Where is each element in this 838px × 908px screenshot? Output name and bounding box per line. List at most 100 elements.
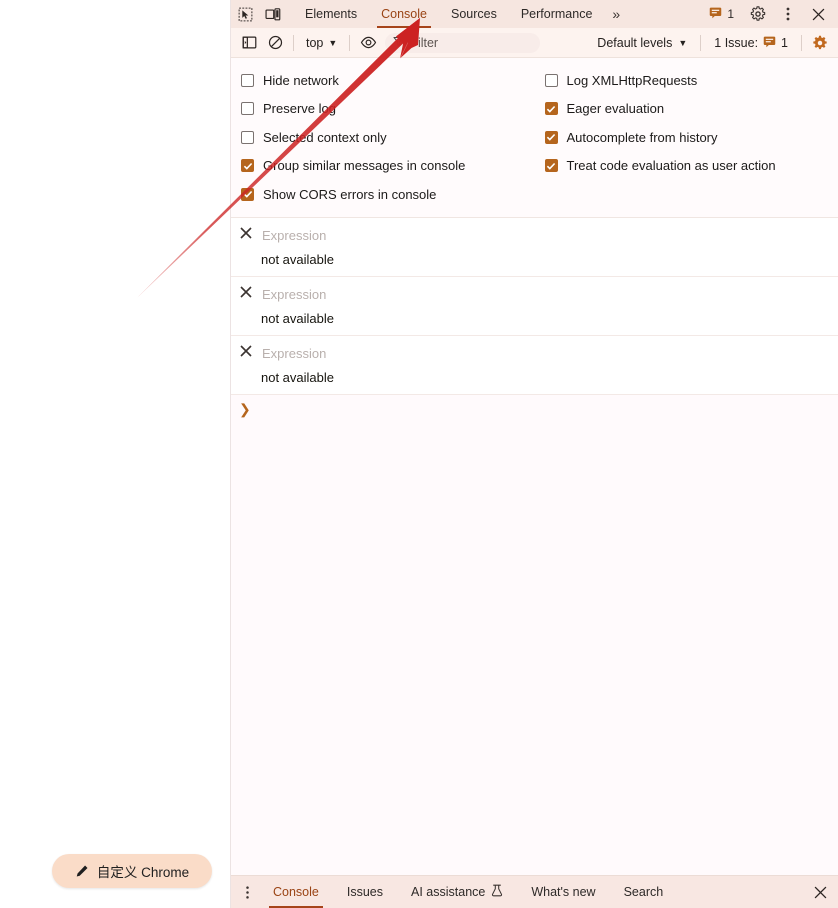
setting-hide-network[interactable]: Hide network [241, 66, 535, 95]
device-toolbar-icon[interactable] [259, 0, 287, 28]
checkbox-group-similar-messages[interactable] [241, 159, 254, 173]
toolbar-divider [801, 34, 802, 51]
setting-eager-evaluation[interactable]: Eager evaluation [544, 95, 838, 124]
tab-console-label: Console [381, 7, 427, 21]
console-filter-input[interactable] [410, 35, 533, 50]
setting-eager-evaluation-label: Eager evaluation [566, 101, 665, 117]
tab-sources[interactable]: Sources [439, 0, 509, 28]
drawer-tab-search[interactable]: Search [610, 876, 678, 908]
drawer-tab-issues-label: Issues [346, 885, 384, 899]
chevron-down-icon: ▼ [328, 37, 338, 48]
devtools-tabs: Elements Console Sources Performance » [293, 0, 628, 28]
setting-log-xmlhttprequests[interactable]: Log XMLHttpRequests [544, 66, 838, 95]
console-message-row[interactable]: Expression not available [231, 335, 838, 395]
checkbox-autocomplete-from-history[interactable] [544, 130, 558, 144]
drawer-kebab-menu-icon[interactable] [235, 876, 259, 908]
setting-group-similar-messages-label: Group similar messages in console [263, 158, 466, 174]
drawer-tab-console-label: Console [273, 885, 319, 899]
issues-badge-count: 1 [727, 7, 734, 21]
console-settings-left-column: Hide network Preserve log Selected conte… [231, 66, 535, 209]
setting-hide-network-label: Hide network [263, 72, 339, 88]
customize-chrome-button[interactable]: 自定义 Chrome [52, 854, 212, 888]
setting-treat-code-evaluation-as-user-action[interactable]: Treat code evaluation as user action [544, 152, 838, 181]
checkbox-preserve-log[interactable] [241, 102, 254, 116]
web-page-area: 自定义 Chrome [0, 0, 230, 908]
console-message-expression: Expression [262, 345, 327, 361]
error-x-icon [239, 226, 253, 245]
checkbox-treat-code-evaluation-as-user-action[interactable] [544, 159, 558, 173]
setting-treat-code-evaluation-as-user-action-label: Treat code evaluation as user action [566, 158, 776, 174]
devtools-tabbar-actions: 1 [701, 0, 838, 28]
flask-icon [491, 884, 503, 900]
drawer-tab-issues[interactable]: Issues [333, 876, 397, 908]
console-message-row[interactable]: Expression not available [231, 217, 838, 277]
pencil-icon [75, 864, 89, 878]
drawer-tab-ai-assistance-label: AI assistance [411, 885, 486, 899]
drawer-tab-whats-new-label: What's new [531, 885, 596, 899]
devtools-main-tabbar: Elements Console Sources Performance » 1 [231, 0, 838, 28]
devtools-drawer-tabbar: Console Issues AI assistance What's new … [231, 875, 838, 908]
gear-icon[interactable] [744, 6, 772, 22]
toolbar-divider [349, 34, 351, 51]
issues-counter[interactable]: 1 Issue: 1 [706, 35, 796, 51]
setting-group-similar-messages[interactable]: Group similar messages in console [241, 152, 535, 181]
filter-funnel-icon [393, 34, 404, 52]
console-message-expression: Expression [262, 286, 327, 302]
setting-autocomplete-from-history-label: Autocomplete from history [566, 129, 718, 145]
checkbox-hide-network[interactable] [241, 73, 254, 87]
drawer-tab-ai-assistance[interactable]: AI assistance [397, 876, 517, 908]
console-filter-toolbar: top ▼ Default levels ▼ [231, 28, 838, 58]
prompt-chevron-icon: ❯ [239, 400, 251, 417]
execution-context-selector[interactable]: top ▼ [299, 32, 344, 54]
execution-context-value: top [306, 35, 324, 50]
console-prompt-row[interactable]: ❯ [231, 394, 838, 425]
console-message-body: not available [261, 251, 334, 267]
setting-preserve-log-label: Preserve log [263, 101, 336, 117]
tab-sources-label: Sources [450, 7, 497, 21]
clear-console-icon[interactable] [262, 30, 288, 56]
setting-selected-context-only[interactable]: Selected context only [241, 123, 535, 152]
console-message-body: not available [261, 369, 334, 385]
inspect-element-icon[interactable] [231, 0, 259, 28]
eye-icon[interactable] [355, 30, 381, 56]
log-levels-selector[interactable]: Default levels ▼ [589, 32, 695, 54]
toolbar-divider [293, 34, 294, 51]
devtools-panel: Elements Console Sources Performance » 1… [230, 0, 838, 908]
checkbox-log-xmlhttprequests[interactable] [544, 73, 558, 87]
drawer-tab-whats-new[interactable]: What's new [517, 876, 609, 908]
checkbox-eager-evaluation[interactable] [544, 102, 558, 116]
setting-selected-context-only-label: Selected context only [263, 129, 387, 145]
log-levels-value: Default levels [597, 35, 673, 50]
console-message-row[interactable]: Expression not available [231, 276, 838, 336]
tab-elements[interactable]: Elements [293, 0, 369, 28]
customize-chrome-label: 自定义 Chrome [96, 865, 190, 880]
error-x-icon [239, 285, 253, 304]
console-filter-input-wrapper[interactable] [385, 32, 541, 53]
tab-console[interactable]: Console [369, 0, 439, 28]
drawer-tab-console[interactable]: Console [259, 876, 333, 908]
console-message-expression: Expression [262, 227, 327, 243]
console-message-body: not available [261, 310, 334, 326]
setting-preserve-log[interactable]: Preserve log [241, 95, 535, 124]
issues-badge[interactable]: 1 [701, 0, 742, 28]
console-settings-gear-icon[interactable] [807, 30, 833, 56]
setting-autocomplete-from-history[interactable]: Autocomplete from history [544, 123, 838, 152]
drawer-close-icon[interactable] [802, 876, 838, 908]
error-x-icon [239, 344, 253, 363]
console-sidebar-icon[interactable] [236, 30, 262, 56]
tab-performance[interactable]: Performance [509, 0, 605, 28]
setting-show-cors-errors[interactable]: Show CORS errors in console [241, 180, 535, 209]
issue-icon [709, 6, 722, 22]
kebab-menu-icon[interactable] [774, 6, 802, 22]
close-icon[interactable] [804, 7, 832, 22]
more-tabs-label: » [612, 6, 621, 22]
drawer-tab-search-label: Search [623, 885, 664, 899]
screenshot-root: 自定义 Chrome Elements Console Sources Perf… [0, 0, 838, 908]
checkbox-selected-context-only[interactable] [241, 130, 254, 144]
issue-icon [763, 35, 776, 51]
more-tabs-chevron-icon[interactable]: » [604, 0, 628, 28]
issues-counter-label: 1 Issue: [714, 35, 759, 50]
checkbox-show-cors-errors[interactable] [241, 187, 254, 201]
console-message-list[interactable]: Expression not available Expression not … [231, 217, 838, 875]
console-settings-pane: Hide network Preserve log Selected conte… [231, 58, 838, 218]
